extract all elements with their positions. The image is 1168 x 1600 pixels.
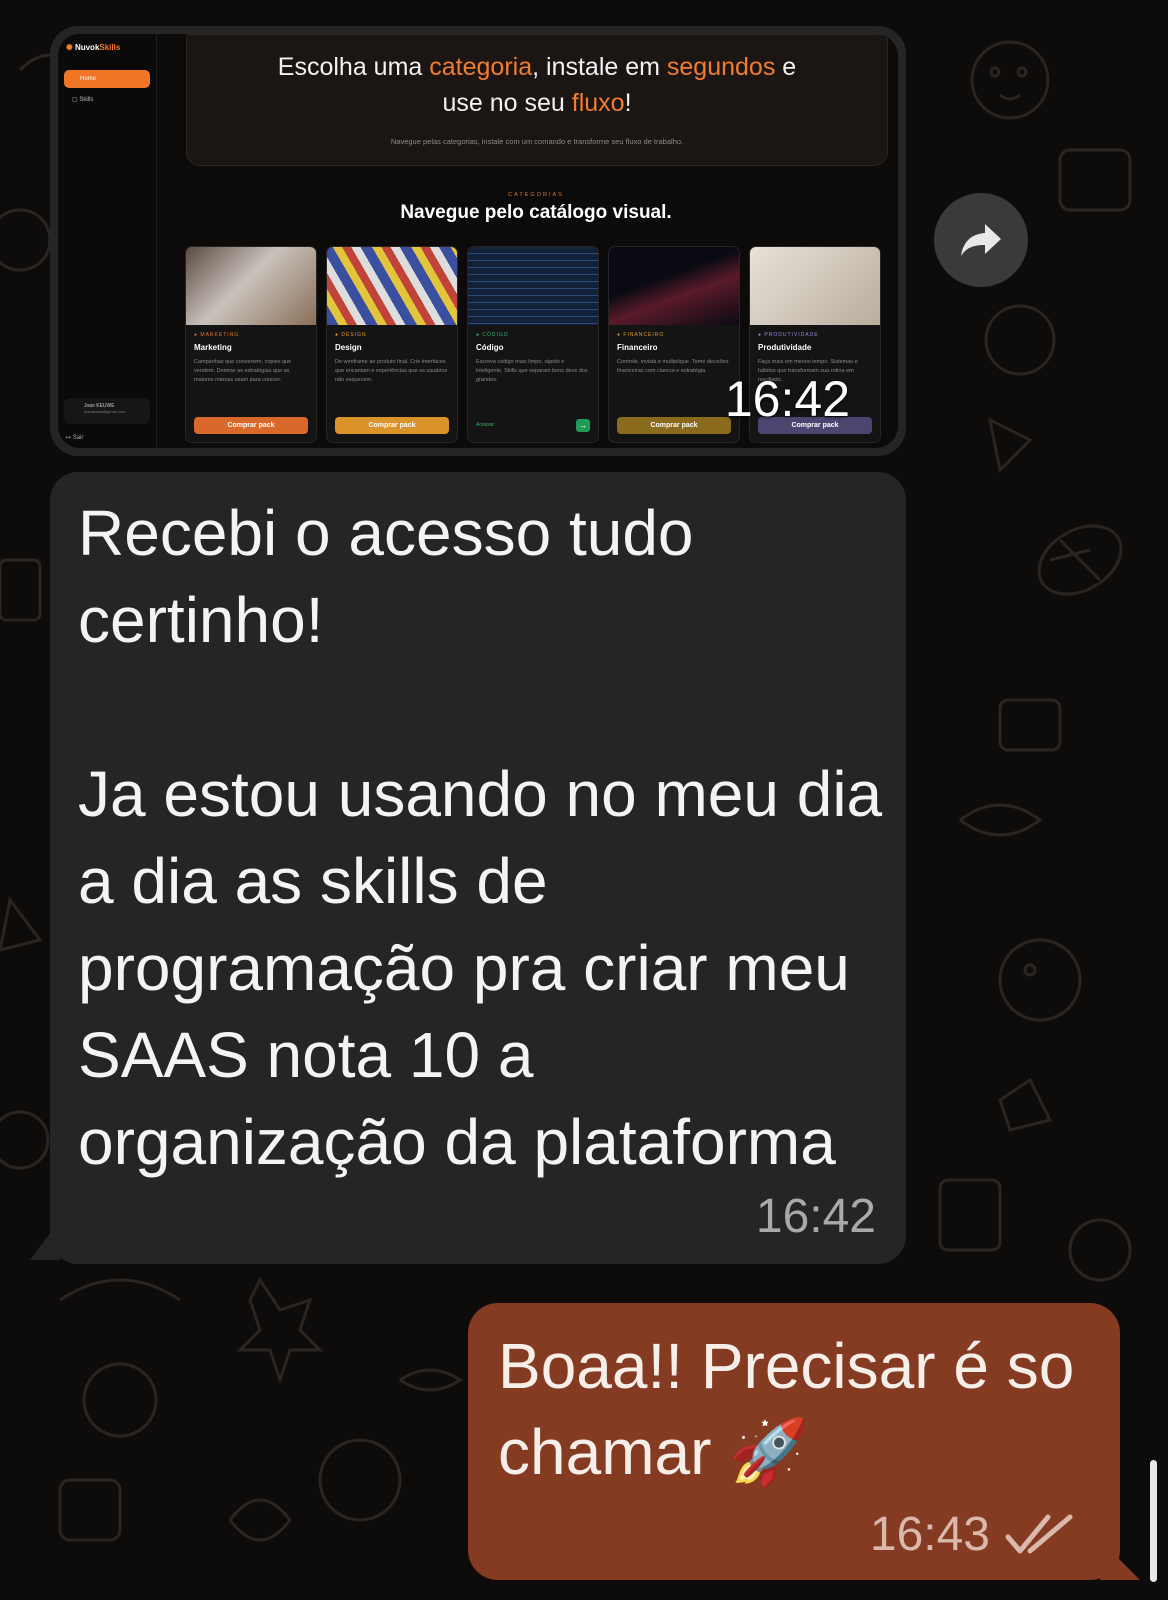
incoming-message-bubble[interactable]: Recebi o acesso tudo certinho! Ja estou … [50, 472, 906, 1264]
outgoing-message-time: 16:43 [869, 1508, 990, 1561]
shot-card-codigo: ● CÓDIGO Código Escreva código mais limp… [467, 246, 599, 443]
shot-hero: Escolha uma categoria, instale em segund… [186, 34, 888, 166]
shot-card-design: ● DESIGN Design De wireframe ao produto … [326, 246, 458, 443]
shot-sidebar: ✺ NuvokSkills Home ▢ Skills Joao KEUWE j… [58, 34, 157, 448]
shot-card-codigo-action: Acessar → [476, 417, 590, 434]
shot-catalog-eyebrow: CATEGORIAS [508, 192, 564, 198]
outgoing-message-bubble[interactable]: Boaa!! Precisar é so chamar 🚀 16:43 [468, 1303, 1120, 1580]
stock-chart-image [609, 247, 739, 325]
swatches-image [327, 247, 457, 325]
shot-nav-home: Home [64, 70, 150, 88]
shot-user-box: Joao KEUWE joaokeuwe@gmail.com [64, 398, 150, 424]
scrollbar[interactable] [1150, 1460, 1157, 1582]
outgoing-bubble-tail [1100, 1540, 1140, 1580]
forward-icon [961, 224, 1001, 256]
shot-logout: ↦ Sair [66, 435, 84, 441]
incoming-bubble-tail [30, 1220, 60, 1260]
shot-card-financeiro: ● FINANCEIRO Financeiro Controle, invist… [608, 246, 740, 443]
shot-brand: ✺ NuvokSkills [66, 43, 121, 52]
shot-nav-skills: ▢ Skills [72, 97, 94, 103]
image-message-time: 16:42 [724, 371, 850, 427]
image-message-bubble[interactable]: ✺ NuvokSkills Home ▢ Skills Joao KEUWE j… [50, 26, 906, 456]
shot-card-marketing: ● MARKETING Marketing Campanhas que conv… [185, 246, 317, 443]
outgoing-message-text: Boaa!! Precisar é so chamar 🚀 [498, 1330, 1075, 1488]
shared-screenshot[interactable]: ✺ NuvokSkills Home ▢ Skills Joao KEUWE j… [58, 34, 898, 448]
notebook-image [750, 247, 880, 325]
laptop-image [186, 247, 316, 325]
arrow-right-icon: → [576, 419, 590, 432]
double-check-icon [1005, 1514, 1073, 1553]
incoming-message-time: 16:42 [755, 1190, 876, 1243]
code-image [468, 247, 598, 325]
forward-button[interactable] [934, 193, 1028, 287]
shot-hero-subtitle: Navegue pelas categorias, instale com um… [390, 137, 684, 146]
incoming-message-text: Recebi o acesso tudo certinho! Ja estou … [78, 497, 883, 1178]
outgoing-message-meta: 16:43 [870, 1507, 1074, 1562]
shot-hero-title: Escolha uma categoria, instale em segund… [277, 53, 797, 117]
shot-catalog-heading: Navegue pelo catálogo visual. [400, 202, 672, 223]
